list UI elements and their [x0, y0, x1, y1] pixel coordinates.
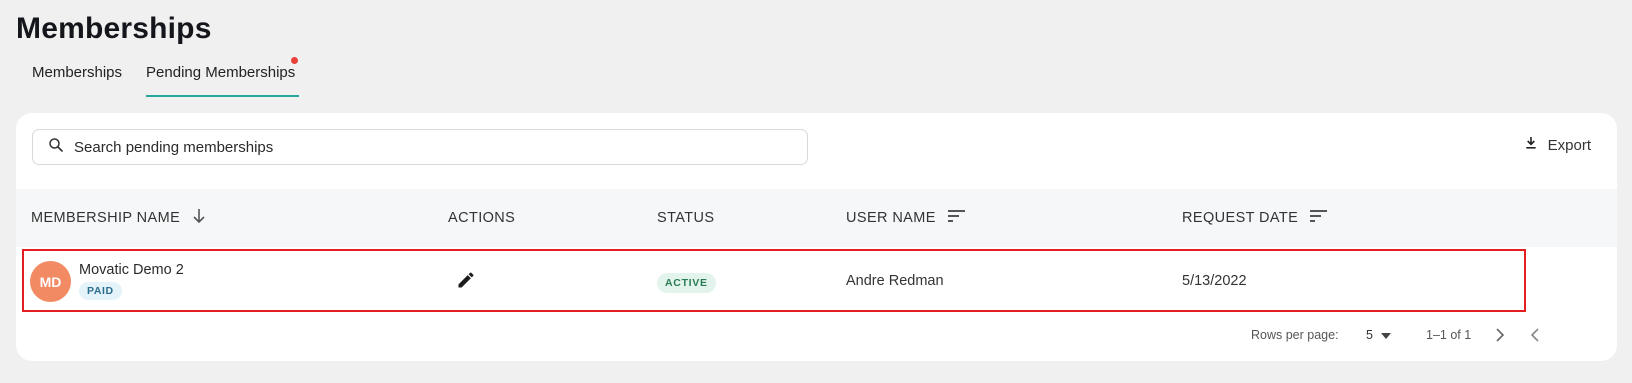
tab-pending-memberships-label: Pending Memberships [146, 64, 296, 81]
rows-per-page-label: Rows per page: [1251, 328, 1339, 342]
search-icon [47, 136, 65, 159]
pagination-range: 1–1 of 1 [1426, 328, 1472, 342]
pagination: Rows per page: 5 1–1 of 1 [16, 313, 1617, 361]
caret-down-icon [1373, 328, 1391, 342]
column-header-request-date[interactable]: REQUEST DATE [1182, 189, 1328, 247]
chevron-left-icon [1530, 327, 1540, 347]
row-highlight [22, 249, 1526, 312]
previous-page-button[interactable] [1525, 327, 1545, 347]
rows-per-page-select[interactable]: 5 [1366, 328, 1391, 342]
page-title: Memberships [16, 12, 212, 45]
rows-per-page-value: 5 [1366, 328, 1373, 342]
download-icon [1523, 135, 1548, 155]
column-header-label: STATUS [657, 210, 715, 226]
tabs: Memberships Pending Memberships [32, 57, 323, 98]
column-header-membership-name[interactable]: MEMBERSHIP NAME [31, 189, 206, 247]
table-header: MEMBERSHIP NAME ACTIONS STATUS USER NAME… [16, 189, 1617, 247]
tab-pending-memberships[interactable]: Pending Memberships [146, 57, 300, 97]
chevron-right-icon [1495, 327, 1505, 347]
column-header-actions: ACTIONS [448, 189, 515, 247]
next-page-button[interactable] [1490, 327, 1510, 347]
column-header-label: USER NAME [846, 210, 936, 226]
column-header-status: STATUS [657, 189, 714, 247]
arrow-down-icon [180, 208, 206, 228]
memberships-card: Export MEMBERSHIP NAME ACTIONS STATUS US… [16, 113, 1617, 361]
column-header-label: ACTIONS [448, 210, 516, 226]
tab-memberships[interactable]: Memberships [32, 60, 122, 97]
sort-icon [936, 209, 966, 227]
column-header-user-name[interactable]: USER NAME [846, 189, 966, 247]
sort-icon [1298, 209, 1328, 227]
export-label: Export [1547, 136, 1591, 154]
search-input[interactable] [74, 138, 774, 156]
notification-dot [291, 57, 299, 64]
search-box[interactable] [32, 129, 808, 165]
export-button[interactable]: Export [1523, 135, 1591, 155]
column-header-label: REQUEST DATE [1182, 210, 1299, 226]
column-header-label: MEMBERSHIP NAME [31, 210, 181, 226]
